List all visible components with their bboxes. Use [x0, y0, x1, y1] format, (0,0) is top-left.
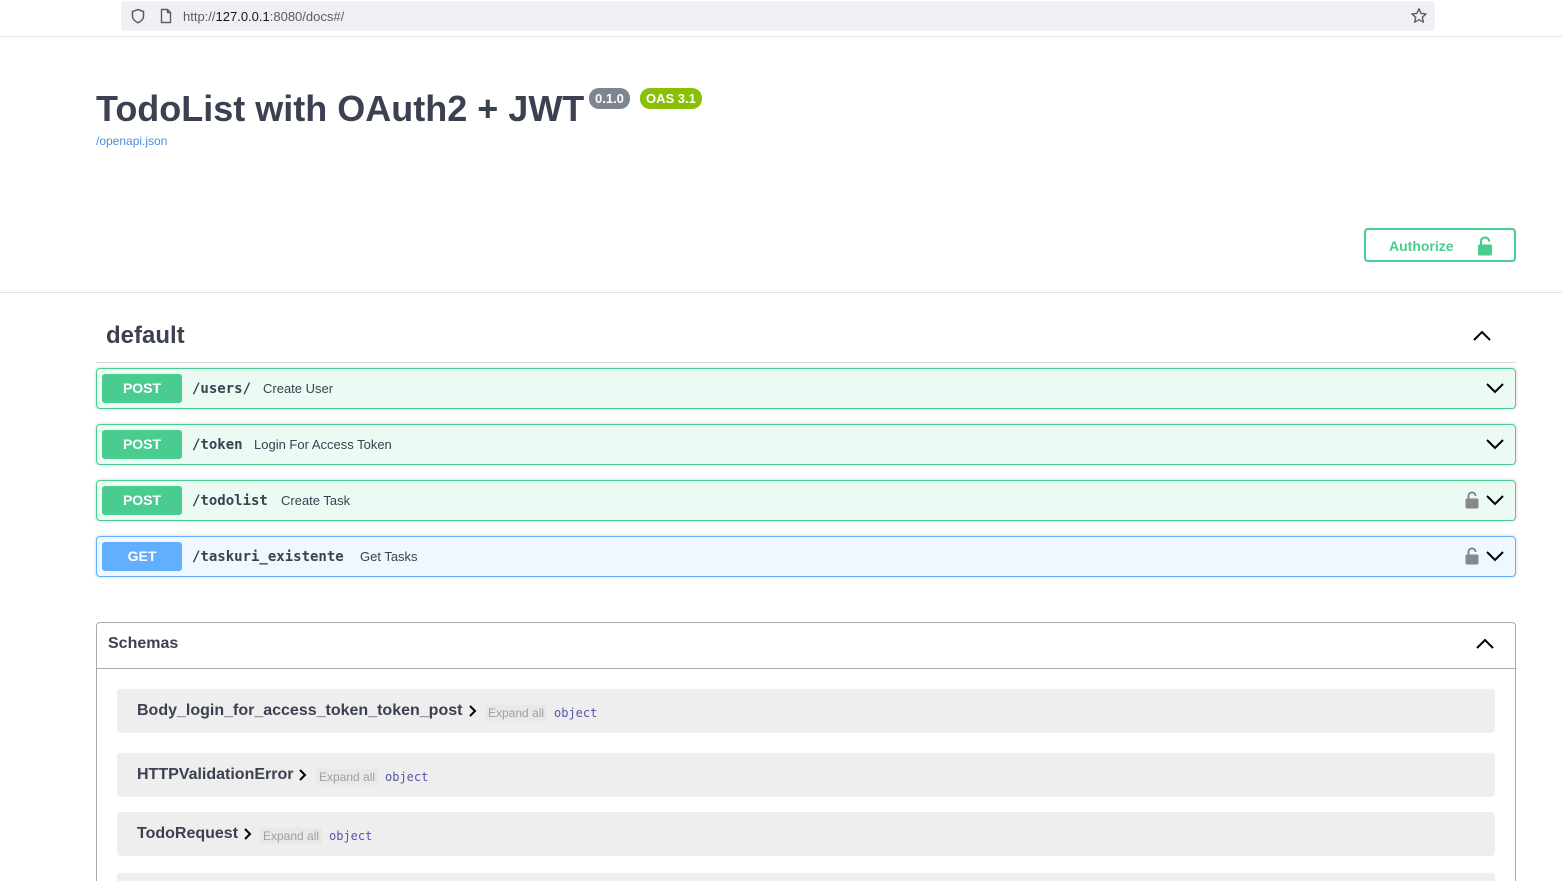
shield-icon[interactable]: [130, 8, 146, 24]
expand-all-link[interactable]: Expand all: [316, 769, 379, 785]
chevron-up-icon[interactable]: [1472, 326, 1492, 346]
authorize-button[interactable]: Authorize: [1364, 228, 1516, 262]
schema-name[interactable]: TodoRequest: [137, 825, 238, 843]
schemas-header[interactable]: Schemas: [97, 623, 1515, 669]
tag-divider: [96, 362, 1516, 363]
expand-all-link[interactable]: Expand all: [485, 705, 548, 721]
operation-summary: Create Task: [281, 493, 351, 508]
oas-badge: OAS 3.1: [640, 88, 702, 109]
operation-summary: Get Tasks: [360, 549, 418, 564]
schema-row-partial[interactable]: [117, 873, 1495, 881]
chevron-down-icon[interactable]: [1485, 490, 1505, 510]
operation-path: /token: [192, 437, 243, 453]
opblock-get-taskuri-existente[interactable]: GET /taskuri_existente Get Tasks: [96, 536, 1516, 577]
opblock-post-token[interactable]: POST /token Login For Access Token: [96, 424, 1516, 465]
chevron-down-icon[interactable]: [1485, 434, 1505, 454]
chevron-right-icon[interactable]: [243, 828, 253, 840]
unlocked-icon: [1478, 236, 1492, 256]
scheme-container-divider: [0, 292, 1562, 293]
operation-path: /taskuri_existente: [192, 549, 344, 565]
schemas-section: Schemas Body_login_for_access_token_toke…: [96, 622, 1516, 881]
url-text[interactable]: http://127.0.0.1:8080/docs#/: [183, 9, 344, 24]
operation-path: /todolist: [192, 493, 268, 509]
openapi-json-link[interactable]: /openapi.json: [96, 134, 167, 148]
schema-name[interactable]: HTTPValidationError: [137, 766, 293, 784]
method-badge: POST: [102, 374, 182, 403]
chevron-up-icon[interactable]: [1475, 634, 1495, 654]
schema-type: object: [385, 770, 429, 784]
method-badge: GET: [102, 542, 182, 571]
schema-name[interactable]: Body_login_for_access_token_token_post: [137, 702, 462, 720]
operation-summary: Login For Access Token: [254, 437, 392, 452]
page-icon: [160, 8, 172, 24]
method-badge: POST: [102, 486, 182, 515]
schema-type: object: [554, 706, 598, 720]
api-title: TodoList with OAuth2 + JWT: [96, 88, 585, 129]
operation-path: /users/: [192, 381, 252, 397]
schema-row-httpvalidationerror[interactable]: HTTPValidationError Expand all object: [117, 753, 1495, 797]
expand-all-link[interactable]: Expand all: [260, 828, 323, 844]
address-bar[interactable]: http://127.0.0.1:8080/docs#/: [121, 1, 1435, 31]
method-badge: POST: [102, 430, 182, 459]
opblock-post-users[interactable]: POST /users/ Create User: [96, 368, 1516, 409]
chevron-right-icon[interactable]: [468, 705, 478, 717]
chevron-down-icon[interactable]: [1485, 378, 1505, 398]
authorize-label: Authorize: [1389, 238, 1454, 254]
tag-title-default[interactable]: default: [106, 322, 185, 350]
lock-icon[interactable]: [1465, 491, 1479, 509]
operation-summary: Create User: [263, 381, 334, 396]
browser-toolbar: http://127.0.0.1:8080/docs#/: [0, 0, 1562, 37]
version-badge: 0.1.0: [589, 88, 630, 109]
schema-type: object: [329, 829, 373, 843]
chevron-down-icon[interactable]: [1485, 546, 1505, 566]
lock-icon[interactable]: [1465, 547, 1479, 565]
opblock-post-todolist[interactable]: POST /todolist Create Task: [96, 480, 1516, 521]
bookmark-star-icon[interactable]: [1410, 7, 1428, 25]
schema-row-body-login[interactable]: Body_login_for_access_token_token_post E…: [117, 689, 1495, 733]
schemas-title: Schemas: [108, 635, 179, 652]
schema-row-todorequest[interactable]: TodoRequest Expand all object: [117, 812, 1495, 856]
chevron-right-icon[interactable]: [298, 769, 308, 781]
